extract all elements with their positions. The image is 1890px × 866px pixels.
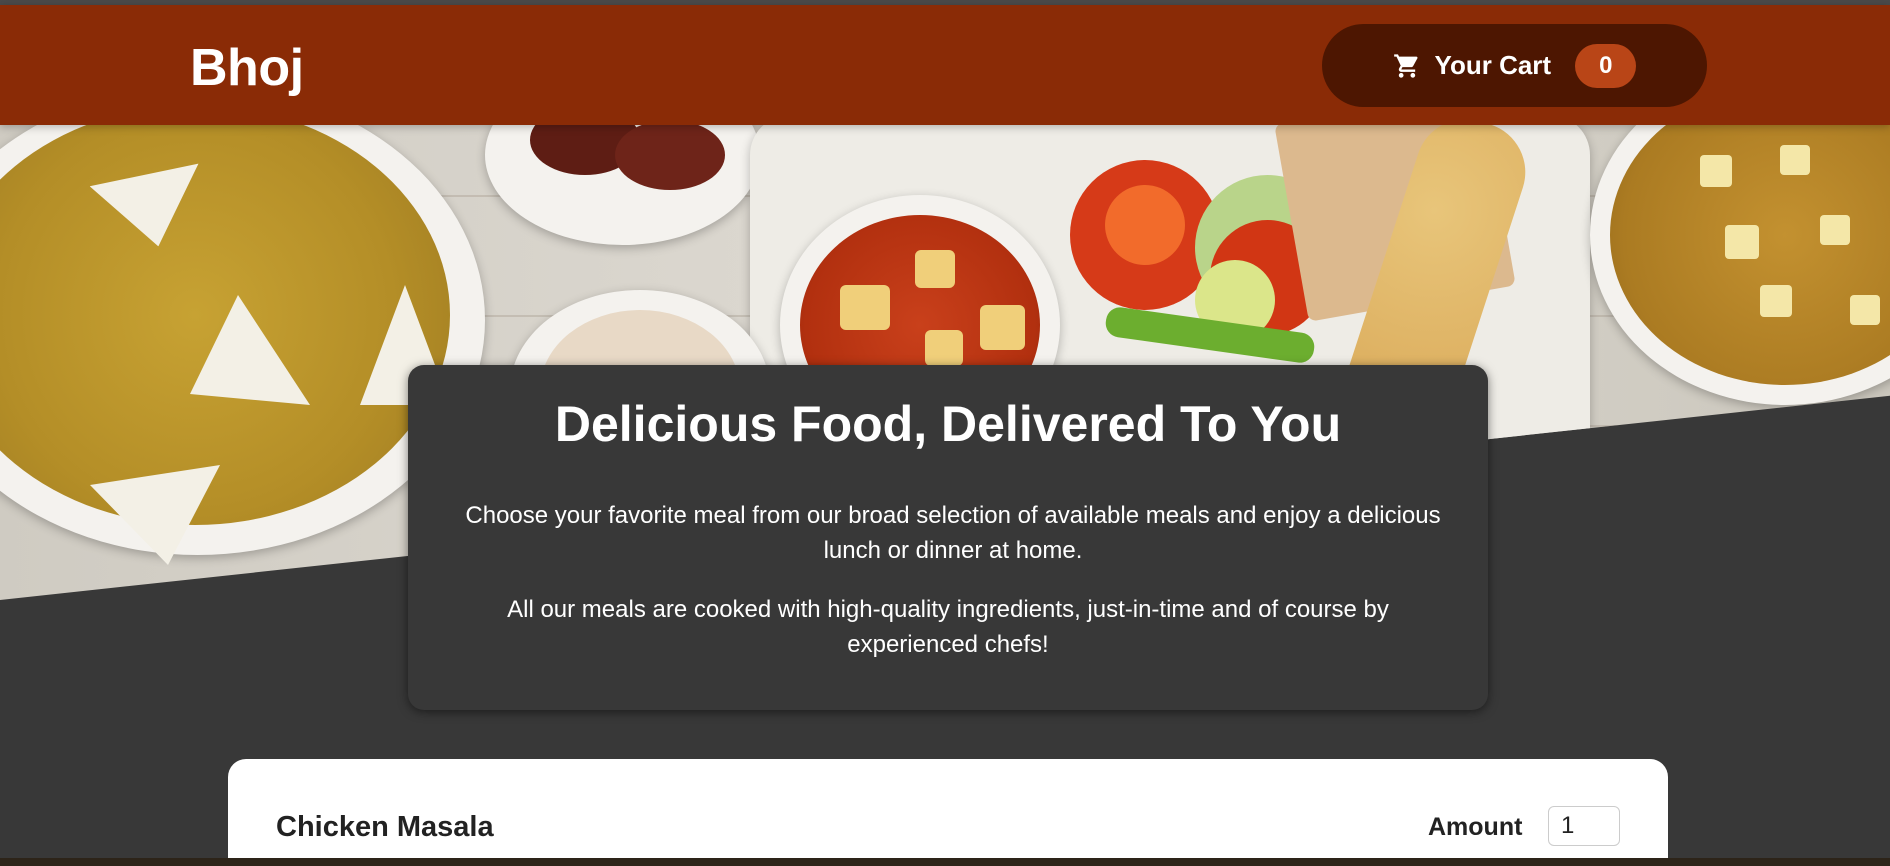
app-header: Bhoj Your Cart 0 xyxy=(0,5,1890,125)
amount-input[interactable] xyxy=(1548,806,1620,846)
brand-logo: Bhoj xyxy=(190,39,304,97)
cart-icon xyxy=(1393,52,1421,80)
cart-label: Your Cart xyxy=(1434,50,1552,80)
intro-paragraph-selection: Choose your favorite meal from our broad… xyxy=(465,502,1441,564)
intro-summary-card: Delicious Food, Delivered To You Choose … xyxy=(408,365,1488,710)
amount-label: Amount xyxy=(1428,813,1523,841)
bottom-edge xyxy=(0,858,1890,866)
meal-name: Chicken Masala xyxy=(276,811,494,843)
intro-title: Delicious Food, Delivered To You xyxy=(554,396,1342,452)
cart-count-badge: 0 xyxy=(1575,43,1637,88)
intro-paragraph-quality: All our meals are cooked with high-quali… xyxy=(507,596,1389,658)
cart-button[interactable]: Your Cart 0 xyxy=(1322,24,1707,107)
meals-list-card: Chicken Masala Amount xyxy=(228,759,1668,866)
